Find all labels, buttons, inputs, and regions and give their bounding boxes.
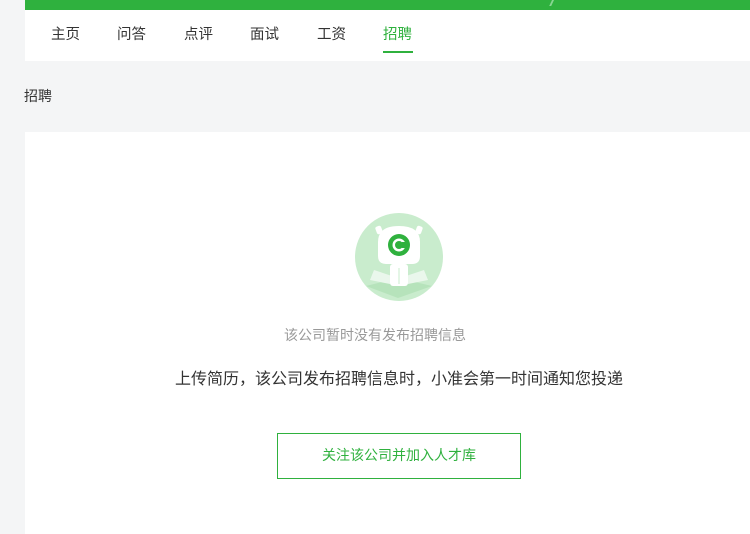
robot-mascot-icon: [354, 212, 444, 302]
tab-jobs[interactable]: 招聘: [383, 10, 412, 61]
banner-decoration: [549, 0, 557, 6]
tab-interviews[interactable]: 面试: [250, 10, 279, 61]
follow-company-button[interactable]: 关注该公司并加入人才库: [277, 433, 521, 479]
active-tab-indicator: [383, 51, 413, 53]
tab-qa[interactable]: 问答: [117, 10, 146, 61]
empty-state-title: 该公司暂时没有发布招聘信息: [284, 328, 466, 344]
tab-reviews[interactable]: 点评: [184, 10, 213, 61]
tab-salary[interactable]: 工资: [317, 10, 346, 61]
empty-state-description: 上传简历，该公司发布招聘信息时，小准会第一时间通知您投递: [174, 369, 623, 388]
tab-home[interactable]: 主页: [51, 10, 80, 61]
top-banner-strip: [25, 0, 750, 10]
section-title: 招聘: [24, 89, 52, 105]
company-nav-tabs: 主页 问答 点评 面试 工资 招聘: [25, 10, 750, 61]
